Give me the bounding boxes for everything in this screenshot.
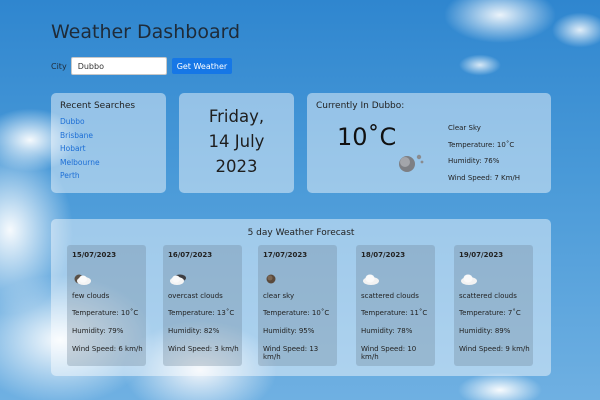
- current-details: Clear Sky Temperature: 10˚C Humidity: 76…: [448, 120, 520, 186]
- forecast-wind-speed: Wind Speed: 9 km/h: [459, 345, 530, 353]
- forecast-day-card: 18/07/2023 scattered clouds Temperature:…: [356, 245, 435, 366]
- forecast-humidity: Humidity: 95%: [263, 327, 315, 335]
- overcast-clouds-icon: [72, 271, 92, 290]
- forecast-date: 15/07/2023: [72, 251, 117, 259]
- get-weather-button[interactable]: Get Weather: [171, 58, 233, 74]
- forecast-temperature: Temperature: 10˚C: [72, 309, 139, 317]
- forecast-temperature: Temperature: 7˚C: [459, 309, 521, 317]
- current-heading: Currently In Dubbo:: [316, 101, 405, 111]
- forecast-humidity: Humidity: 82%: [168, 327, 220, 335]
- current-humidity: Humidity: 76%: [448, 157, 500, 165]
- forecast-day-card: 19/07/2023 scattered clouds Temperature:…: [454, 245, 533, 366]
- recent-searches-card: Recent Searches Dubbo Brisbane Hobart Me…: [51, 93, 166, 193]
- forecast-description: scattered clouds: [459, 292, 517, 300]
- forecast-temperature: Temperature: 13˚C: [168, 309, 235, 317]
- scattered-clouds-icon: [459, 271, 479, 290]
- forecast-date: 17/07/2023: [263, 251, 308, 259]
- forecast-day-card: 16/07/2023 overcast clouds Temperature: …: [163, 245, 242, 366]
- city-label: City: [51, 61, 67, 71]
- forecast-wind-speed: Wind Speed: 13 km/h: [263, 345, 319, 361]
- forecast-title: 5 day Weather Forecast: [247, 228, 355, 238]
- forecast-date: 16/07/2023: [168, 251, 213, 259]
- date-year: 2023: [215, 157, 258, 176]
- forecast-card: 5 day Weather Forecast 15/07/2023 few cl…: [51, 219, 551, 376]
- date-weekday: Friday,: [208, 107, 265, 126]
- clear-sky-icon: [263, 271, 283, 290]
- forecast-temperature: Temperature: 11˚C: [361, 309, 428, 317]
- recent-search-link[interactable]: Dubbo: [60, 115, 157, 129]
- forecast-wind-speed: Wind Speed: 3 km/h: [168, 345, 239, 353]
- scattered-clouds-icon: [361, 271, 381, 290]
- city-input[interactable]: [70, 57, 167, 75]
- forecast-temperature: Temperature: 10˚C: [263, 309, 330, 317]
- forecast-description: clear sky: [263, 292, 295, 300]
- current-wind-speed: Wind Speed: 7 Km/H: [448, 173, 521, 182]
- forecast-humidity: Humidity: 89%: [459, 327, 511, 335]
- page-title: Weather Dashboard: [51, 21, 241, 43]
- clear-sky-icon: [395, 151, 427, 177]
- recent-search-link[interactable]: Hobart: [60, 142, 157, 156]
- recent-search-link[interactable]: Brisbane: [60, 129, 157, 143]
- current-description: Clear Sky: [448, 124, 481, 132]
- current-weather-card: Currently In Dubbo: 10˚C Clear Sky Tempe…: [307, 93, 551, 193]
- forecast-date: 19/07/2023: [459, 251, 504, 259]
- forecast-wind-speed: Wind Speed: 6 km/h: [72, 345, 143, 353]
- forecast-description: scattered clouds: [361, 292, 419, 300]
- search-row: City Get Weather: [51, 57, 233, 75]
- date-day-month: 14 July: [208, 132, 265, 151]
- forecast-date: 18/07/2023: [361, 251, 406, 259]
- recent-search-link[interactable]: Perth: [60, 169, 157, 183]
- forecast-wind-speed: Wind Speed: 10 km/h: [361, 345, 417, 361]
- date-card: Friday, 14 July 2023: [179, 93, 294, 193]
- forecast-day-card: 15/07/2023 few clouds Temperature: 10˚C …: [67, 245, 146, 366]
- overcast-clouds-icon: [168, 271, 188, 290]
- recent-searches-title: Recent Searches: [60, 101, 136, 111]
- current-temperature: 10˚C: [337, 123, 397, 151]
- recent-search-link[interactable]: Melbourne: [60, 156, 157, 170]
- forecast-day-card: 17/07/2023 clear sky Temperature: 10˚C H…: [258, 245, 337, 366]
- forecast-humidity: Humidity: 79%: [72, 327, 124, 335]
- current-temperature-detail: Temperature: 10˚C: [448, 140, 515, 149]
- forecast-description: few clouds: [72, 292, 110, 300]
- forecast-humidity: Humidity: 78%: [361, 327, 413, 335]
- forecast-description: overcast clouds: [168, 292, 223, 300]
